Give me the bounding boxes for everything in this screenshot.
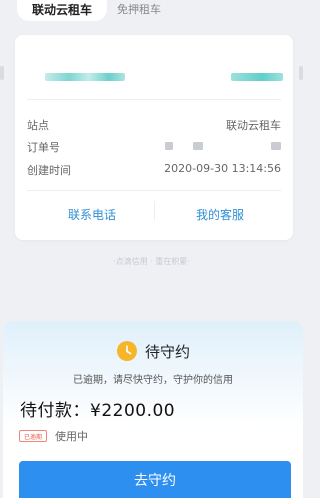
order-number-label: 订单号 [27,141,60,154]
clock-icon [117,341,137,361]
tab-liandong[interactable]: 联动云租车 [17,0,107,21]
tab-bar: 联动云租车 免押租车 [0,0,303,22]
customer-service-link[interactable]: 我的客服 [196,206,244,223]
fulfill-button[interactable]: 去守约 [19,461,291,498]
status-text: 使用中 [55,430,88,443]
order-card: 站点 联动云租车 订单号 创建时间 2020-09-30 13:14:56 联系… [15,35,293,240]
blurred-vehicle-plate [231,73,283,81]
contact-phone-link[interactable]: 联系电话 [68,206,116,223]
amount-value: ¥2200.00 [90,401,176,421]
edge-marker [299,66,303,80]
blurred-order-number [271,142,281,150]
blurred-order-number [165,142,173,150]
pending-subtitle: 已逾期，请尽快守约，守护你的信用 [73,375,233,386]
link-separator [154,201,155,221]
card-divider [27,99,281,100]
card-divider [27,190,281,191]
amount-due: 待付款：¥2200.00 [20,396,175,421]
edge-marker [0,66,4,80]
pending-title: 待守约 [145,343,191,361]
blurred-order-number [193,142,203,150]
pending-sheet: 待守约 已逾期，请尽快守约，守护你的信用 待付款：¥2200.00 已逾期 使用… [3,321,303,498]
created-time-value: 2020-09-30 13:14:56 [164,162,281,175]
tab-deposit-free[interactable]: 免押租车 [117,1,161,17]
station-value: 联动云租车 [226,119,281,132]
amount-label: 待付款： [20,401,90,421]
credit-watermark: ·点滴信用 · 重在积累· [113,257,190,266]
blurred-vehicle-name [45,73,125,81]
overdue-badge: 已逾期 [19,430,47,442]
station-label: 站点 [27,119,49,132]
created-time-label: 创建时间 [27,164,71,177]
